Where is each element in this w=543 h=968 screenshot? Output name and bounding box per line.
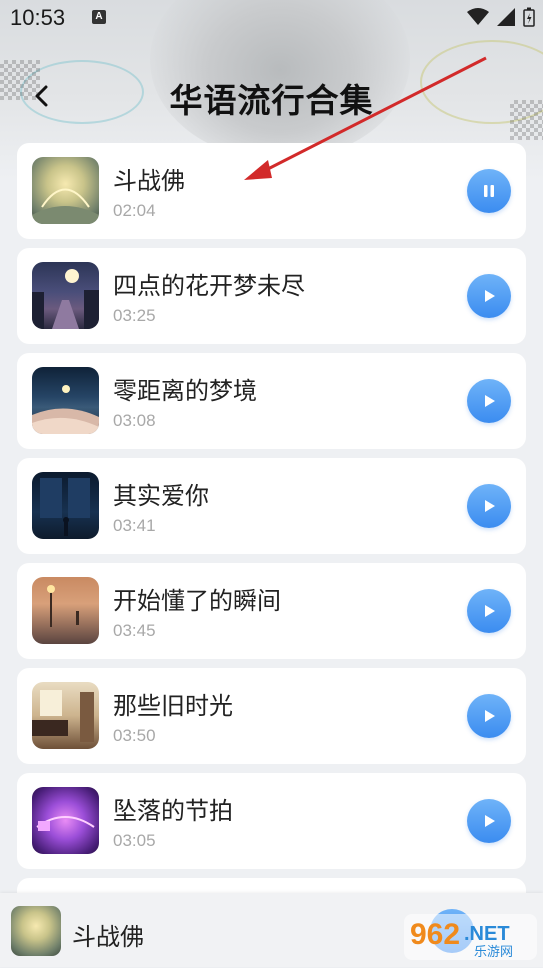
play-icon <box>485 605 495 617</box>
page-title: 华语流行合集 <box>169 81 374 120</box>
status-time: 10:53 <box>10 5 66 30</box>
play-button[interactable] <box>467 274 511 318</box>
play-button[interactable] <box>467 379 511 423</box>
wifi-icon <box>467 8 489 25</box>
battery-icon <box>523 7 535 27</box>
song-cover <box>32 262 99 329</box>
song-item[interactable]: 坠落的节拍 03:05 <box>17 773 526 869</box>
song-item[interactable]: 四点的花开梦未尽 03:25 <box>17 248 526 344</box>
play-icon <box>485 815 495 827</box>
song-cover <box>32 682 99 749</box>
song-title: 坠落的节拍 <box>113 797 233 825</box>
play-icon <box>485 290 495 302</box>
song-item[interactable]: 斗战佛 02:04 <box>17 143 526 239</box>
svg-text:.NET: .NET <box>464 923 510 945</box>
song-title: 斗战佛 <box>113 167 185 195</box>
play-icon <box>485 395 495 407</box>
song-title: 其实爱你 <box>113 482 209 510</box>
svg-text:962: 962 <box>410 918 460 951</box>
song-title: 开始懂了的瞬间 <box>113 587 281 615</box>
song-cover <box>32 787 99 854</box>
song-duration: 03:08 <box>113 411 156 430</box>
song-item[interactable]: 其实爱你 03:41 <box>17 458 526 554</box>
song-item[interactable]: 零距离的梦境 03:08 <box>17 353 526 449</box>
song-cover <box>32 472 99 539</box>
song-title: 那些旧时光 <box>113 692 233 720</box>
title-bar: 华语流行合集 <box>0 60 543 132</box>
player-cover <box>11 906 61 956</box>
play-button[interactable] <box>467 694 511 738</box>
notification-a-icon: A <box>92 10 106 24</box>
song-title: 零距离的梦境 <box>113 377 257 405</box>
pause-button[interactable] <box>467 169 511 213</box>
svg-text:乐游网: 乐游网 <box>474 945 513 960</box>
song-duration: 03:45 <box>113 621 156 640</box>
song-duration: 03:41 <box>113 516 156 535</box>
song-list: 斗战佛 02:04 四点的花开梦未尽 03:25 零距离的梦境 03:08 其实… <box>17 143 526 878</box>
play-button[interactable] <box>467 799 511 843</box>
song-duration: 03:50 <box>113 726 156 745</box>
watermark-logo: 962 .NET 乐游网 <box>402 910 539 964</box>
song-cover <box>32 157 99 224</box>
player-title: 斗战佛 <box>72 923 144 951</box>
song-title: 四点的花开梦未尽 <box>113 272 305 300</box>
play-button[interactable] <box>467 484 511 528</box>
play-button[interactable] <box>467 589 511 633</box>
status-bar: 10:53 A <box>0 0 543 38</box>
signal-icon <box>497 8 515 26</box>
song-duration: 03:05 <box>113 831 156 850</box>
song-item[interactable]: 那些旧时光 03:50 <box>17 668 526 764</box>
song-duration: 03:25 <box>113 306 156 325</box>
song-cover <box>32 367 99 434</box>
pause-icon <box>484 185 494 197</box>
song-cover <box>32 577 99 644</box>
song-item[interactable]: 开始懂了的瞬间 03:45 <box>17 563 526 659</box>
song-duration: 02:04 <box>113 201 156 220</box>
play-icon <box>485 710 495 722</box>
play-icon <box>485 500 495 512</box>
